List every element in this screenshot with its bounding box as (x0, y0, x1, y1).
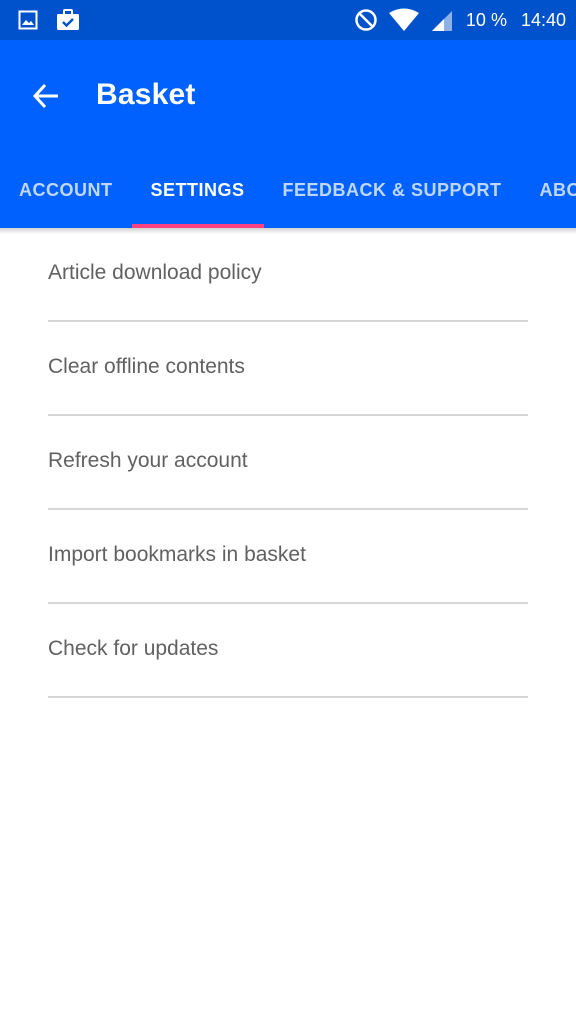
settings-list: Article download policy Clear offline co… (48, 228, 528, 698)
signal-icon (430, 8, 454, 32)
setting-refresh-account[interactable]: Refresh your account (48, 416, 528, 510)
battery-level: 10 % (465, 9, 507, 30)
setting-clear-offline-contents[interactable]: Clear offline contents (48, 322, 528, 416)
status-bar-left (18, 9, 98, 31)
clipboard-check-icon (56, 9, 80, 31)
page-title: Basket (96, 78, 196, 111)
tab-bar: ACCOUNT SETTINGS FEEDBACK & SUPPORT ABOU… (0, 152, 576, 228)
clock: 14:40 (520, 9, 566, 30)
setting-article-download-policy[interactable]: Article download policy (48, 228, 528, 322)
wifi-icon (388, 8, 420, 32)
list-item-label: Import bookmarks in basket (48, 543, 306, 566)
back-button[interactable] (24, 76, 68, 120)
status-bar: 10 % 14:40 (0, 0, 576, 40)
arrow-back-icon (31, 81, 61, 116)
app-bar: Basket ACCOUNT SETTINGS FEEDBACK & SUPPO… (0, 40, 576, 228)
do-not-disturb-icon (354, 8, 378, 32)
setting-check-for-updates[interactable]: Check for updates (48, 604, 528, 698)
tab-feedback-support[interactable]: FEEDBACK & SUPPORT (264, 152, 521, 228)
tab-about[interactable]: ABOUT (521, 152, 576, 228)
image-icon (18, 10, 38, 30)
list-item-label: Clear offline contents (48, 355, 245, 378)
list-item-label: Article download policy (48, 261, 262, 284)
tab-settings[interactable]: SETTINGS (131, 152, 264, 228)
tab-account[interactable]: ACCOUNT (0, 152, 132, 228)
list-item-label: Refresh your account (48, 449, 248, 472)
status-bar-right: 10 % 14:40 (344, 8, 566, 32)
list-item-label: Check for updates (48, 637, 219, 660)
setting-import-bookmarks[interactable]: Import bookmarks in basket (48, 510, 528, 604)
